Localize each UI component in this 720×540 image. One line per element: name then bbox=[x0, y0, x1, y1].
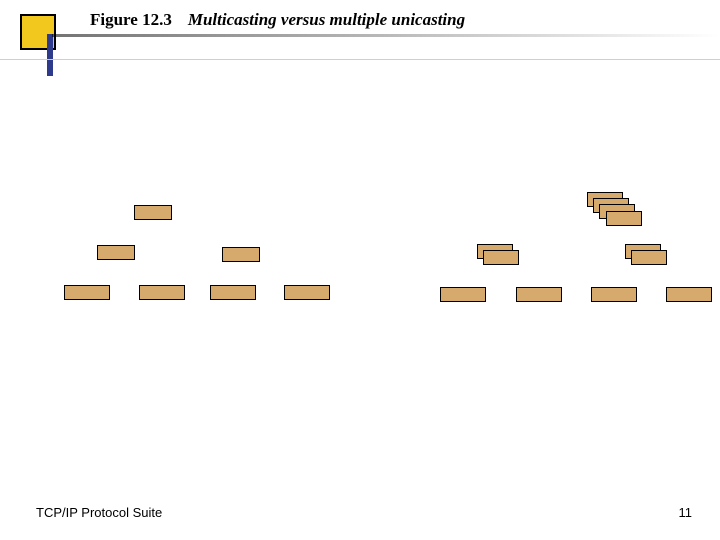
diagram-node bbox=[64, 285, 110, 300]
diagram-node bbox=[483, 250, 519, 265]
slide-title-row: Figure 12.3 Multicasting versus multiple… bbox=[90, 10, 465, 30]
page-number: 11 bbox=[679, 505, 693, 520]
diagram-node bbox=[631, 250, 667, 265]
figure-label: Figure 12.3 bbox=[90, 10, 172, 30]
slide-accent-side-bar bbox=[47, 34, 53, 76]
figure-title: Multicasting versus multiple unicasting bbox=[188, 10, 465, 30]
diagram-node bbox=[97, 245, 135, 260]
diagram-node bbox=[134, 205, 172, 220]
diagram-node bbox=[222, 247, 260, 262]
slide-footer: TCP/IP Protocol Suite 11 bbox=[36, 505, 692, 520]
diagram-node bbox=[606, 211, 642, 226]
header-divider bbox=[0, 59, 720, 60]
diagram-node bbox=[516, 287, 562, 302]
footer-text: TCP/IP Protocol Suite bbox=[36, 505, 162, 520]
diagram-node bbox=[139, 285, 185, 300]
diagram-node bbox=[666, 287, 712, 302]
diagram-node bbox=[210, 285, 256, 300]
diagram-node bbox=[591, 287, 637, 302]
diagram-node bbox=[440, 287, 486, 302]
diagram-node bbox=[284, 285, 330, 300]
title-underline bbox=[52, 34, 720, 37]
